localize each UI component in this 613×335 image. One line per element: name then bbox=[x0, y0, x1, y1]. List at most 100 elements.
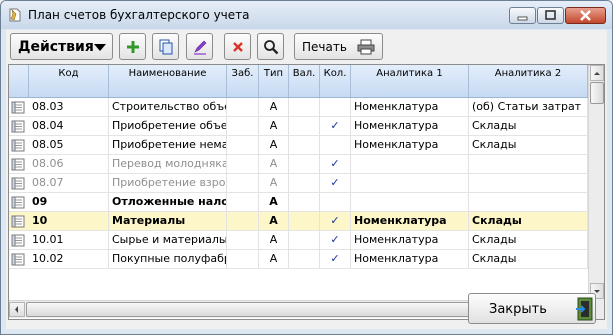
search-button[interactable] bbox=[257, 33, 284, 60]
window-client: Действия Печать Код Наименование Заб. Ти… bbox=[6, 30, 607, 329]
cell-zab bbox=[227, 193, 259, 211]
cell-code: 08.03 bbox=[29, 98, 109, 116]
table-row[interactable]: 09 Отложенные нало А bbox=[9, 193, 588, 212]
cell-a1 bbox=[351, 155, 469, 173]
minimize-icon bbox=[517, 16, 528, 21]
toolbar: Действия Печать bbox=[6, 30, 607, 64]
cell-a2: Склады bbox=[469, 117, 588, 135]
cell-code: 10.02 bbox=[29, 250, 109, 268]
header-code[interactable]: Код bbox=[29, 65, 109, 97]
cell-type: А bbox=[259, 155, 289, 173]
cell-a1: Номенклатура bbox=[351, 212, 469, 230]
maximize-button[interactable] bbox=[537, 7, 564, 24]
table-row[interactable]: 08.07 Приобретение взро А ✓ bbox=[9, 174, 588, 193]
table-row[interactable]: 08.04 Приобретение объе А ✓ Номенклатура Скла… bbox=[9, 117, 588, 136]
cell-code: 08.05 bbox=[29, 136, 109, 154]
cell-a1: Номенклатура bbox=[351, 136, 469, 154]
cell-name: Перевод молоднякa bbox=[109, 155, 227, 173]
edit-button[interactable] bbox=[186, 33, 213, 60]
close-icon bbox=[580, 10, 591, 21]
header-icon-column bbox=[9, 65, 29, 97]
account-row-icon bbox=[11, 234, 25, 247]
minimize-button[interactable] bbox=[509, 7, 536, 24]
cell-name: Приобретение нема bbox=[109, 136, 227, 154]
close-button[interactable]: Закрыть bbox=[468, 293, 596, 324]
cell-val bbox=[289, 155, 320, 173]
cell-kol bbox=[320, 98, 351, 116]
cell-val bbox=[289, 231, 320, 249]
vertical-scrollbar[interactable] bbox=[588, 65, 604, 319]
cell-val bbox=[289, 117, 320, 135]
header-analytics-1[interactable]: Аналитика 1 bbox=[351, 65, 469, 97]
cell-type: А bbox=[259, 231, 289, 249]
cell-type: А bbox=[259, 98, 289, 116]
cell-val bbox=[289, 250, 320, 268]
header-zab[interactable]: Заб. bbox=[227, 65, 259, 97]
printer-icon bbox=[357, 39, 375, 55]
print-button[interactable]: Печать bbox=[294, 33, 383, 60]
account-row-icon bbox=[11, 120, 25, 133]
cell-kol: ✓ bbox=[320, 117, 351, 135]
cell-a1: Номенклатура bbox=[351, 98, 469, 116]
account-row-icon bbox=[11, 158, 25, 171]
table-row[interactable]: 08.03 Строительство объе А Номенклатура (об)… bbox=[9, 98, 588, 117]
cell-name: Строительство объе bbox=[109, 98, 227, 116]
chevron-down-icon bbox=[94, 44, 106, 51]
cell-val bbox=[289, 174, 320, 192]
cell-name: Материалы bbox=[109, 212, 227, 230]
cell-a2: (об) Статьи затрат bbox=[469, 98, 588, 116]
header-kol[interactable]: Кол. bbox=[320, 65, 351, 97]
delete-button[interactable] bbox=[224, 33, 251, 60]
cell-a2 bbox=[469, 155, 588, 173]
cell-zab bbox=[227, 98, 259, 116]
cell-a1: Номенклатура bbox=[351, 117, 469, 135]
close-window-button[interactable] bbox=[565, 7, 606, 24]
header-val[interactable]: Вал. bbox=[289, 65, 320, 97]
cell-code: 08.06 bbox=[29, 155, 109, 173]
cell-type: А bbox=[259, 193, 289, 211]
account-row-icon bbox=[11, 139, 25, 152]
cell-code: 08.04 bbox=[29, 117, 109, 135]
cell-code: 09 bbox=[29, 193, 109, 211]
cell-a2 bbox=[469, 174, 588, 192]
print-label: Печать bbox=[302, 39, 347, 54]
table-row[interactable]: 10.02 Покупные полуфабр А ✓ Номенклатура Скла… bbox=[9, 250, 588, 269]
cell-kol: ✓ bbox=[320, 212, 351, 230]
cell-val bbox=[289, 193, 320, 211]
header-name[interactable]: Наименование bbox=[109, 65, 227, 97]
account-row-icon bbox=[11, 253, 25, 266]
delete-icon bbox=[232, 41, 243, 52]
copy-button[interactable] bbox=[152, 33, 179, 60]
actions-menu-button[interactable]: Действия bbox=[10, 33, 113, 60]
main-window: План счетов бухгалтерского учета Действи… bbox=[0, 0, 613, 335]
vertical-scroll-thumb[interactable] bbox=[590, 82, 604, 104]
cell-a2: Склады bbox=[469, 231, 588, 249]
cell-name: Покупные полуфабр bbox=[109, 250, 227, 268]
title-bar[interactable]: План счетов бухгалтерского учета bbox=[1, 1, 612, 29]
header-analytics-2[interactable]: Аналитика 2 bbox=[469, 65, 588, 97]
cell-zab bbox=[227, 212, 259, 230]
close-button-label: Закрыть bbox=[489, 302, 547, 317]
cell-kol bbox=[320, 193, 351, 211]
cell-zab bbox=[227, 250, 259, 268]
cell-kol: ✓ bbox=[320, 174, 351, 192]
cell-type: А bbox=[259, 212, 289, 230]
cell-name: Приобретение объе bbox=[109, 117, 227, 135]
cell-type: А bbox=[259, 136, 289, 154]
cell-name: Отложенные нало bbox=[109, 193, 227, 211]
cell-kol: ✓ bbox=[320, 250, 351, 268]
app-icon bbox=[9, 8, 21, 22]
header-type[interactable]: Тип bbox=[259, 65, 289, 97]
account-row-icon bbox=[11, 177, 25, 190]
cell-zab bbox=[227, 231, 259, 249]
accounts-table[interactable]: Код Наименование Заб. Тип Вал. Кол. Анал… bbox=[8, 64, 605, 320]
scroll-left-button[interactable] bbox=[9, 302, 25, 317]
scroll-up-button[interactable] bbox=[590, 65, 604, 81]
table-row[interactable]: 10 Материалы А ✓ Номенклатура Склады bbox=[9, 212, 588, 231]
table-row[interactable]: 08.06 Перевод молоднякa А ✓ bbox=[9, 155, 588, 174]
add-button[interactable] bbox=[119, 33, 146, 60]
table-row[interactable]: 08.05 Приобретение нема А Номенклатура Склад… bbox=[9, 136, 588, 155]
table-row[interactable]: 10.01 Сырье и материалы А ✓ Номенклатура Скла… bbox=[9, 231, 588, 250]
chevron-up-icon bbox=[594, 72, 600, 75]
edit-icon bbox=[193, 40, 206, 55]
